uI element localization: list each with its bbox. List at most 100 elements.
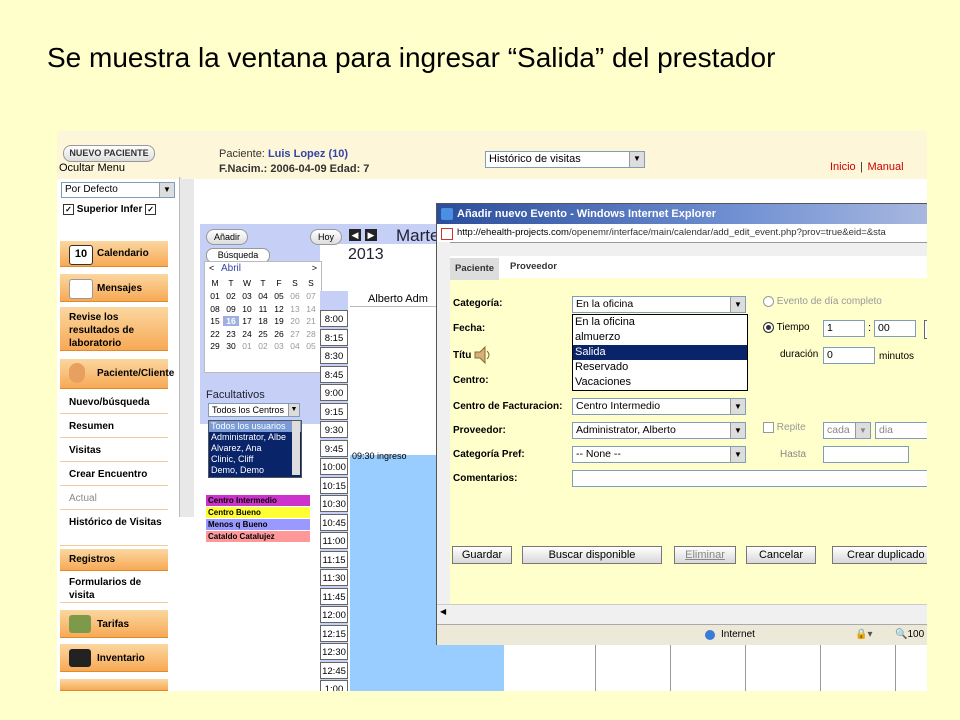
- dia-select[interactable]: dia: [875, 422, 927, 439]
- history-select[interactable]: Histórico de visitas ▼: [485, 151, 645, 168]
- time-slot[interactable]: 11:00: [320, 532, 348, 549]
- time-slot[interactable]: 10:00: [320, 458, 348, 475]
- calendar-day[interactable]: 03: [271, 341, 287, 351]
- submenu-resumen[interactable]: Resumen: [60, 416, 168, 438]
- calendar-day[interactable]: 08: [207, 304, 223, 314]
- time-slot[interactable]: 11:30: [320, 569, 348, 586]
- menu-tarifas[interactable]: Tarifas: [60, 610, 168, 638]
- calendar-day[interactable]: 25: [255, 329, 271, 339]
- category-option[interactable]: almuerzo: [573, 330, 747, 345]
- calendar-day[interactable]: 02: [255, 341, 271, 351]
- ampm-select-edge[interactable]: [924, 320, 927, 339]
- time-slot[interactable]: 9:15: [320, 402, 348, 420]
- time-slot[interactable]: 9:45: [320, 439, 348, 457]
- submenu-formularios[interactable]: Formularios de visita: [60, 573, 168, 603]
- minute-input[interactable]: 00: [874, 320, 916, 337]
- today-button[interactable]: Hoy: [310, 229, 342, 245]
- calendar-day[interactable]: 21: [303, 316, 319, 326]
- tab-paciente[interactable]: Paciente: [450, 258, 500, 280]
- category-option[interactable]: Reservado: [573, 360, 747, 375]
- time-slot[interactable]: 11:45: [320, 587, 348, 605]
- inicio-link[interactable]: Inicio: [830, 161, 856, 173]
- time-slot[interactable]: 10:45: [320, 513, 348, 531]
- submenu-visitas[interactable]: Visitas: [60, 440, 168, 462]
- calendar-day[interactable]: 29: [207, 341, 223, 351]
- calendar-day[interactable]: 09: [223, 304, 239, 314]
- providers-list-scrollbar[interactable]: [292, 421, 300, 475]
- month-next[interactable]: >: [312, 263, 317, 273]
- time-slot[interactable]: 8:30: [320, 347, 348, 364]
- calendar-day[interactable]: 05: [271, 291, 287, 301]
- calendar-day[interactable]: 11: [255, 304, 271, 314]
- menu-calendario[interactable]: 10 Calendario: [60, 241, 168, 267]
- cat-pref-select[interactable]: -- None -- ▼: [572, 446, 746, 463]
- calendar-day[interactable]: 04: [255, 291, 271, 301]
- scroll-left-icon[interactable]: ◀: [440, 607, 446, 616]
- calendar-day[interactable]: 12: [271, 304, 287, 314]
- time-slot[interactable]: 9:00: [320, 384, 348, 401]
- calendar-day[interactable]: 05: [303, 341, 319, 351]
- add-event-button[interactable]: Añadir: [206, 229, 248, 245]
- tiempo-radio[interactable]: [763, 322, 774, 333]
- lock-icon[interactable]: 🔒▾: [855, 625, 872, 645]
- cada-select[interactable]: cada ▼: [823, 422, 871, 439]
- time-slot[interactable]: 8:15: [320, 328, 348, 346]
- guardar-button[interactable]: Guardar: [452, 546, 512, 564]
- centers-select[interactable]: Todos los Centros ▼: [208, 403, 300, 417]
- infer-checkbox[interactable]: ✓: [145, 204, 157, 215]
- providers-list-item[interactable]: Administrator, Albe: [209, 432, 301, 443]
- category-option[interactable]: Vacaciones: [573, 375, 747, 390]
- time-slot[interactable]: 1:00: [320, 680, 348, 691]
- calendar-day[interactable]: 26: [271, 329, 287, 339]
- submenu-historico[interactable]: Histórico de Visitas: [60, 512, 168, 546]
- superior-checkbox[interactable]: ✓: [63, 204, 74, 215]
- calendar-day[interactable]: 01: [239, 341, 255, 351]
- calendar-day[interactable]: 07: [303, 291, 319, 301]
- time-slot[interactable]: 9:30: [320, 421, 348, 438]
- repite-checkbox[interactable]: [763, 422, 774, 433]
- time-slot[interactable]: 12:30: [320, 643, 348, 660]
- category-option-selected[interactable]: Salida: [573, 345, 747, 360]
- all-day-radio[interactable]: [763, 296, 774, 307]
- proveedor-select[interactable]: Administrator, Alberto ▼: [572, 422, 746, 439]
- prev-day-icon[interactable]: ◀: [349, 229, 361, 241]
- time-slot[interactable]: 8:45: [320, 365, 348, 383]
- crear-duplicado-button[interactable]: Crear duplicado: [832, 546, 927, 564]
- default-select[interactable]: Por Defecto ▼: [61, 182, 175, 198]
- menu-paciente-cliente[interactable]: Paciente/Cliente: [60, 359, 174, 389]
- comentarios-input[interactable]: [572, 470, 927, 487]
- submenu-crear-encuentro[interactable]: Crear Encuentro: [60, 464, 168, 486]
- calendar-day[interactable]: 16: [223, 316, 239, 326]
- calendar-day[interactable]: 06: [287, 291, 303, 301]
- centro-fact-select[interactable]: Centro Intermedio ▼: [572, 398, 746, 415]
- month-prev[interactable]: <: [209, 263, 214, 273]
- category-dropdown-list[interactable]: En la oficina almuerzo Salida Reservado …: [572, 314, 748, 391]
- categoria-select[interactable]: En la oficina ▼: [572, 296, 746, 313]
- menu-more[interactable]: [60, 679, 168, 691]
- calendar-day[interactable]: 15: [207, 316, 223, 326]
- category-option[interactable]: En la oficina: [573, 315, 747, 330]
- patient-name[interactable]: Luis Lopez (10): [268, 148, 348, 160]
- left-panel-scrollbar[interactable]: [179, 177, 194, 517]
- menu-inventario[interactable]: Inventario: [60, 644, 168, 672]
- hide-menu-link[interactable]: Ocultar Menu: [59, 162, 125, 174]
- calendar-day[interactable]: 30: [223, 341, 239, 351]
- calendar-day[interactable]: 20: [287, 316, 303, 326]
- new-patient-button[interactable]: NUEVO PACIENTE: [63, 145, 155, 162]
- calendar-day[interactable]: 24: [239, 329, 255, 339]
- calendar-day[interactable]: 23: [223, 329, 239, 339]
- menu-mensajes[interactable]: Mensajes: [60, 274, 168, 302]
- calendar-day[interactable]: 14: [303, 304, 319, 314]
- event-label[interactable]: 09:30 ingreso: [352, 451, 407, 461]
- manual-link[interactable]: Manual: [867, 161, 903, 173]
- calendar-day[interactable]: 19: [271, 316, 287, 326]
- submenu-registros[interactable]: Registros: [60, 549, 168, 571]
- calendar-day[interactable]: 13: [287, 304, 303, 314]
- tab-proveedor[interactable]: Proveedor: [505, 256, 562, 278]
- time-slot[interactable]: 12:00: [320, 606, 348, 623]
- calendar-day[interactable]: 27: [287, 329, 303, 339]
- address-bar[interactable]: http://ehealth-projects.com/openemr/inte…: [437, 224, 927, 243]
- submenu-nuevo[interactable]: Nuevo/búsqueda: [60, 392, 168, 414]
- calendar-day[interactable]: 03: [239, 291, 255, 301]
- submenu-actual[interactable]: Actual: [60, 488, 168, 510]
